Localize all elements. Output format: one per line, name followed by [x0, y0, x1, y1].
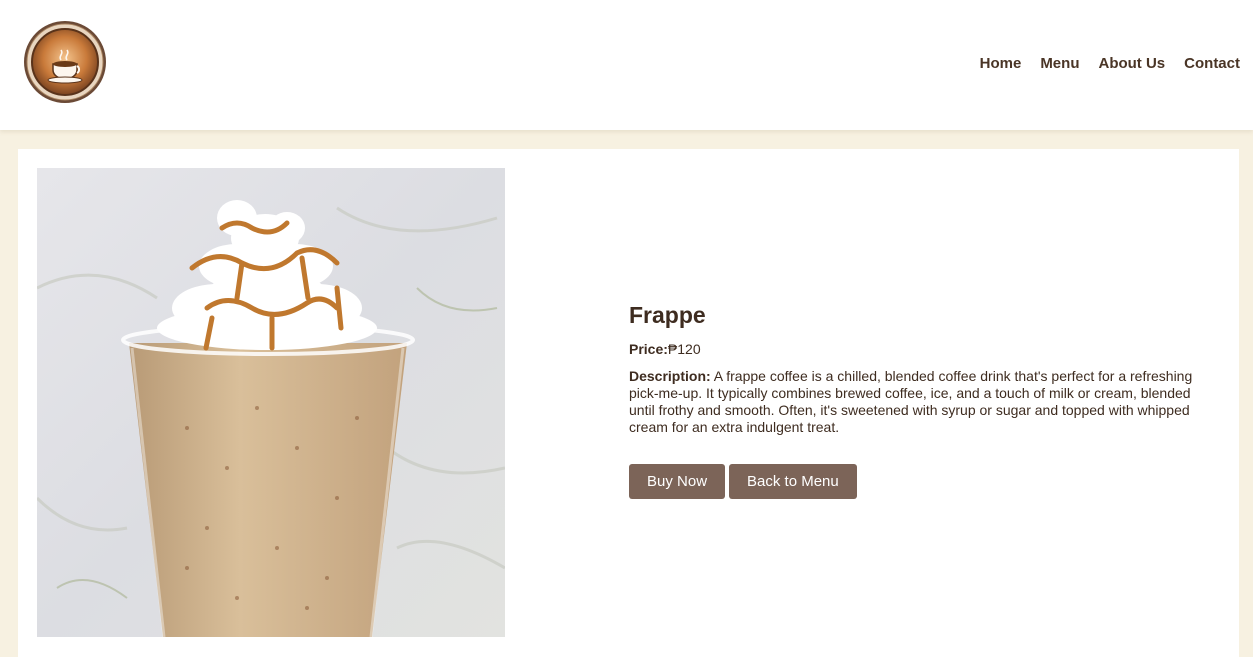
coffee-logo-icon[interactable]: [23, 20, 107, 104]
main-nav: Home Menu About Us Contact: [961, 55, 1240, 73]
action-buttons: Buy Now Back to Menu: [629, 464, 1209, 499]
nav-contact-link[interactable]: Contact: [1184, 55, 1240, 73]
site-header: Home Menu About Us Contact: [0, 0, 1253, 130]
product-price: Price:₱120: [629, 341, 1209, 358]
description-label: Description:: [629, 368, 711, 384]
buy-now-button[interactable]: Buy Now: [629, 464, 726, 499]
back-to-menu-button[interactable]: Back to Menu: [729, 464, 857, 499]
product-details: Frappe Price:₱120 Description: A frappe …: [629, 301, 1209, 499]
frappe-product-image: [37, 168, 505, 637]
product-card: Frappe Price:₱120 Description: A frappe …: [18, 149, 1239, 657]
nav-home-link[interactable]: Home: [980, 55, 1022, 73]
nav-about-us-link[interactable]: About Us: [1098, 55, 1165, 73]
price-value: ₱120: [667, 341, 701, 357]
description-text: A frappe coffee is a chilled, blended co…: [629, 368, 1193, 435]
product-name: Frappe: [629, 302, 706, 328]
product-description: Description: A frappe coffee is a chille…: [629, 368, 1204, 436]
price-label: Price:: [629, 341, 668, 357]
nav-menu-link[interactable]: Menu: [1040, 55, 1079, 73]
